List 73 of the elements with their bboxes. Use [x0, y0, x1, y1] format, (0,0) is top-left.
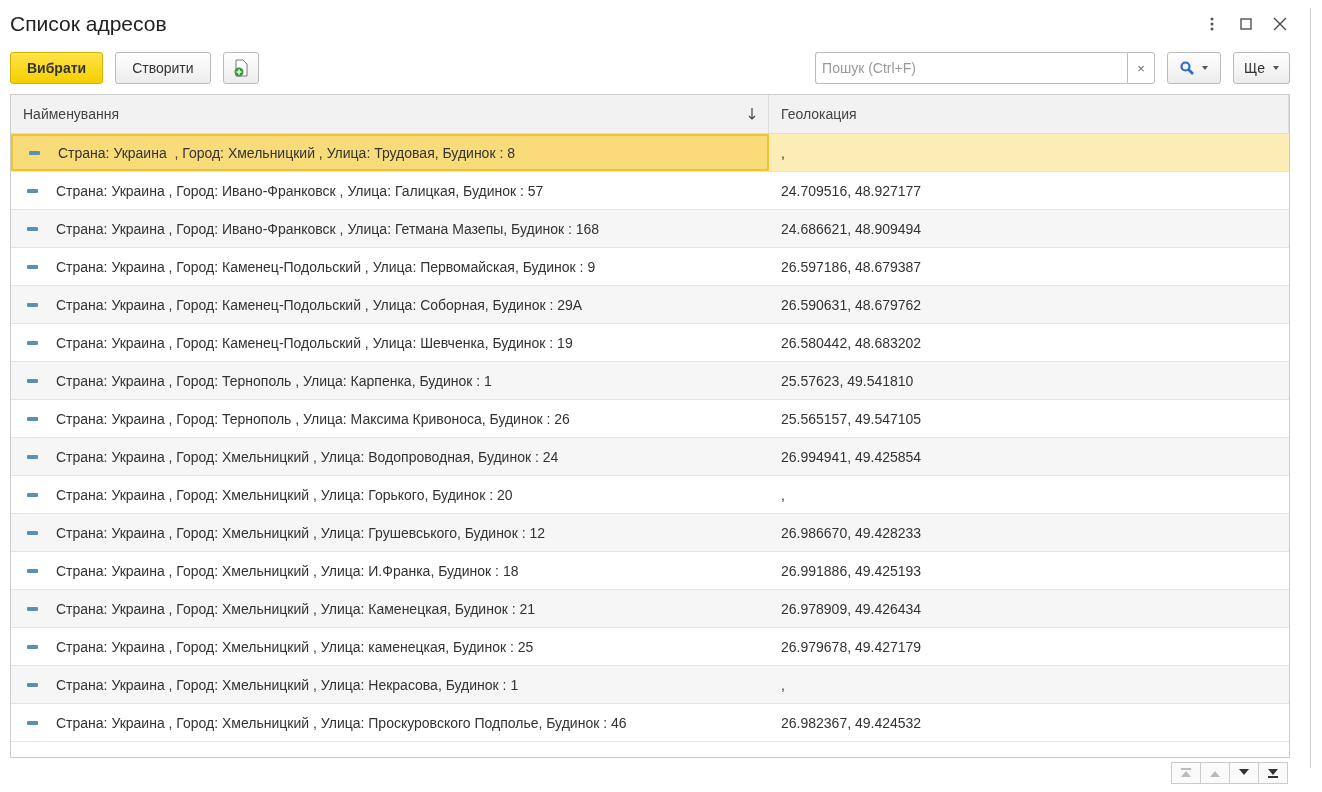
address-text: Страна: Украина , Город: Каменец-Подольский , Улица: Соборная, Будинок : 29А: [56, 296, 583, 313]
address-text: Страна: Украина , Город: Хмельницкий , Улица: Проскуровского Подполье, Будинок : 46: [56, 714, 627, 731]
table-row[interactable]: Страна: Украина , Город: Хмельницкий , Улица: Трудовая, Будинок : 8 ,: [11, 134, 1289, 172]
column-header[interactable]: Найменування: [11, 95, 769, 133]
sort-arrow-icon: [748, 108, 756, 120]
first-icon: [1180, 768, 1192, 778]
table-cell-text: 26.982367, 49.424532: [780, 713, 923, 733]
table-cell-text: ,: [780, 675, 786, 695]
add-document-icon: [232, 59, 249, 77]
item-icon: [27, 568, 38, 573]
address-text: Страна: Украина , Город: Хмельницкий , Улица: каменецкая, Будинок : 25: [56, 638, 534, 655]
address-text: Страна: Украина , Город: Хмельницкий , Улица: Грушевського, Будинок : 12: [56, 524, 546, 541]
address-text: Страна: Украина , Город: Хмельницкий , Улица: Некрасова, Будинок : 1: [56, 676, 519, 693]
table-row[interactable]: Страна: Украина , Город: Тернополь , Улица: Карпенка, Будинок : 1 25.57623, 49.541810: [11, 362, 1289, 400]
search-button[interactable]: [1167, 52, 1222, 84]
address-text: Страна: Украина , Город: Тернополь , Улица: Максима Кривоноса, Будинок : 26: [56, 410, 570, 427]
address-text: Страна: Украина , Город: Хмельницкий , Улица: И.Франка, Будинок : 18: [56, 562, 519, 579]
table-row[interactable]: Страна: Украина , Город: Хмельницкий , Улица: Некрасова, Будинок : 1 ,: [11, 666, 1289, 704]
table-cell-text: 25.57623, 49.541810: [780, 371, 915, 391]
table-row[interactable]: Страна: Украина , Город: Хмельницкий , Улица: Каменецкая, Будинок : 21 26.978909, 49.426434: [11, 590, 1289, 628]
item-icon: [27, 492, 38, 497]
address-text: Страна: Украина , Город: Тернополь , Улица: Карпенка, Будинок : 1: [56, 372, 492, 389]
table-cell-text: 26.986670, 49.428233: [780, 523, 923, 543]
address-text: Страна: Украина , Город: Хмельницкий , Улица: Каменецкая, Будинок : 21: [56, 600, 536, 617]
item-icon: [27, 606, 38, 611]
search-field[interactable]: Пошук (Ctrl+F): [815, 52, 1128, 84]
next-page-button[interactable]: [1229, 762, 1259, 784]
item-icon: [27, 530, 38, 535]
table-cell-text: 26.590631, 48.679762: [780, 295, 923, 315]
table-row[interactable]: Страна: Украина , Город: Хмельницкий , Улица: Водопроводная, Будинок : 24 26.994941, 49.425854: [11, 438, 1289, 476]
item-icon: [27, 378, 38, 383]
address-text: Страна: Украина , Город: Ивано-Франковск , Улица: Галицкая, Будинок : 57: [56, 182, 544, 199]
column-header[interactable]: Геолокация: [769, 95, 1289, 133]
table-cell-text: 26.979678, 49.427179: [780, 637, 923, 657]
item-icon: [27, 264, 38, 269]
item-icon: [27, 682, 38, 687]
table-cell-text: 26.580442, 48.683202: [780, 333, 923, 353]
address-text: Страна: Украина , Город: Каменец-Подольский , Улица: Первомайская, Будинок : 9: [56, 258, 596, 275]
table-cell-text: 26.597186, 48.679387: [780, 257, 923, 277]
table-cell-text: 24.709516, 48.927177: [780, 181, 923, 201]
table-row[interactable]: Страна: Украина , Город: Хмельницкий , Улица: Грушевського, Будинок : 12 26.986670, 49.428233: [11, 514, 1289, 552]
address-text: Страна: Украина , Город: Каменец-Подольский , Улица: Шевченка, Будинок : 19: [56, 334, 573, 351]
create-button[interactable]: Створити: [115, 52, 211, 84]
item-icon: [27, 340, 38, 345]
item-icon: [27, 644, 38, 649]
address-text: Страна: Украина , Город: Хмельницкий , Улица: Горького, Будинок : 20: [56, 486, 513, 503]
table-row[interactable]: Страна: Украина , Город: Ивано-Франковск , Улица: Гетмана Мазепы, Будинок : 168 24.686621, 48.909494: [11, 210, 1289, 248]
address-text: Страна: Украина , Город: Хмельницкий , Улица: Трудовая, Будинок : 8: [58, 144, 515, 161]
table-cell-text: ,: [780, 485, 786, 505]
item-icon: [27, 720, 38, 725]
address-text: Страна: Украина , Город: Хмельницкий , Улица: Водопроводная, Будинок : 24: [56, 448, 559, 465]
table-cell-text: 24.686621, 48.909494: [780, 219, 923, 239]
address-text: Страна: Украина , Город: Ивано-Франковск , Улица: Гетмана Мазепы, Будинок : 168: [56, 220, 600, 237]
select-button[interactable]: Вибрати: [10, 52, 104, 84]
item-icon: [27, 454, 38, 459]
search-icon: [1180, 61, 1195, 75]
clear-button[interactable]: ×: [1127, 52, 1156, 84]
item-icon: [29, 150, 40, 155]
item-icon: [27, 302, 38, 307]
table-cell-text: 26.978909, 49.426434: [780, 599, 923, 619]
add-document-button[interactable]: [222, 52, 259, 84]
item-icon: [27, 226, 38, 231]
item-icon: [27, 188, 38, 193]
item-icon: [27, 416, 38, 421]
table-cell-text: ,: [780, 143, 786, 163]
last-icon: [1267, 768, 1279, 778]
table-cell-text: 26.991886, 49.425193: [780, 561, 923, 581]
table-cell-text: 26.994941, 49.425854: [780, 447, 923, 467]
table-row[interactable]: Страна: Украина , Город: Каменец-Подольский , Улица: Соборная, Будинок : 29А 26.590631, 48.679762: [11, 286, 1289, 324]
more-button[interactable]: Ще: [1233, 52, 1290, 84]
table-cell-text: 25.565157, 49.547105: [780, 409, 923, 429]
last-page-button[interactable]: [1258, 762, 1288, 784]
window-title: Список адресов: [10, 12, 168, 36]
